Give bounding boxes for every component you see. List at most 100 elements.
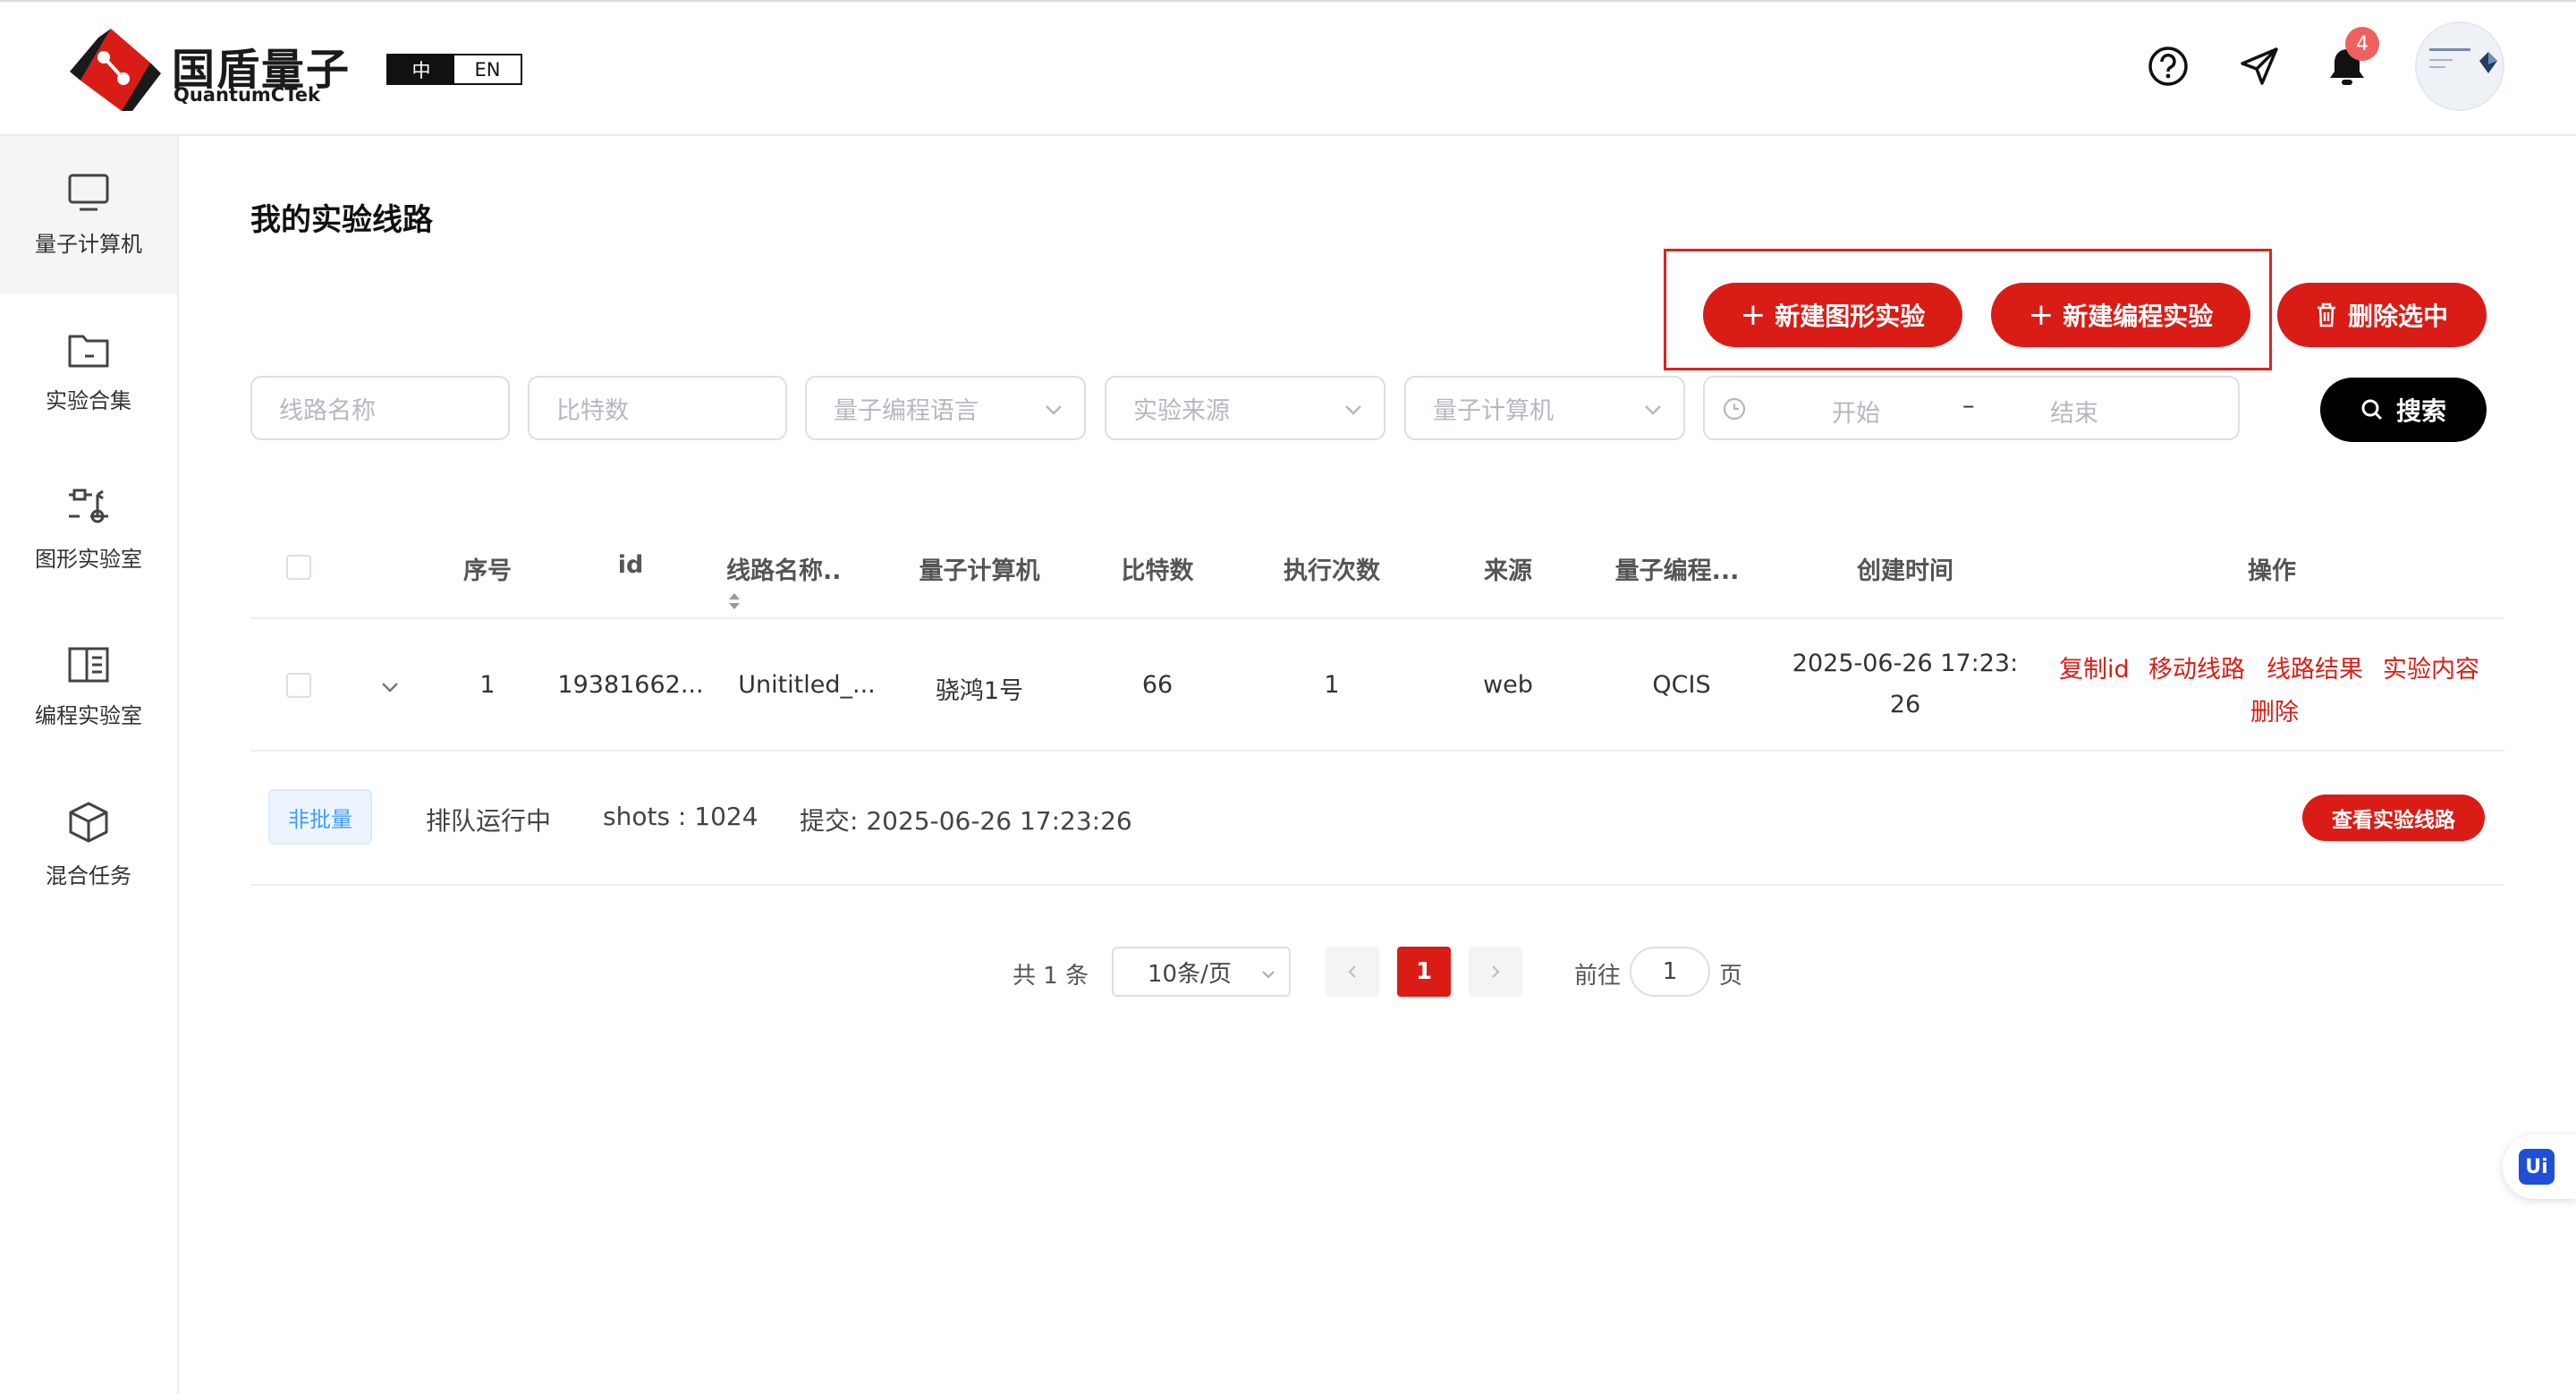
code-panel-icon xyxy=(68,647,109,682)
cell-computer: 骁鸿1号 xyxy=(935,677,1024,705)
table-divider xyxy=(250,617,2504,619)
button-label: 新建编程实验 xyxy=(2063,302,2214,331)
plus-icon: + xyxy=(2028,297,2055,333)
column-header-label: 线路名称.. xyxy=(726,557,842,585)
select-placeholder: 量子计算机 xyxy=(1433,396,1554,425)
goto-page-input[interactable]: 1 xyxy=(1630,947,1710,997)
sidebar: 量子计算机 实验合集 图形实验室 编程实验室 混合任务 xyxy=(0,136,179,1394)
bits-input[interactable]: 比特数 xyxy=(528,376,787,440)
language-select[interactable]: 量子编程语言 xyxy=(805,376,1086,440)
cube-icon xyxy=(69,802,108,842)
sort-icon[interactable] xyxy=(726,590,742,613)
run-status-text: 排队运行中 xyxy=(426,806,552,836)
page-size-select[interactable]: 10条/页 xyxy=(1112,947,1291,997)
move-circuit-link[interactable]: 移动线路 xyxy=(2148,650,2245,684)
select-all-checkbox[interactable] xyxy=(286,555,311,580)
table-divider xyxy=(250,750,2504,752)
prev-page-button[interactable] xyxy=(1326,947,1379,997)
column-header-source: 来源 xyxy=(1484,557,1532,585)
batch-type-tag: 非批量 xyxy=(268,789,372,845)
page-title: 我的实验线路 xyxy=(250,202,433,238)
chevron-down-icon xyxy=(1046,405,1062,415)
column-header-created-time: 创建时间 xyxy=(1857,557,1953,585)
button-label: 新建图形实验 xyxy=(1775,302,1926,331)
ui-badge-icon: Ui xyxy=(2519,1149,2555,1185)
goto-label: 前往 xyxy=(1574,963,1622,990)
end-date-placeholder[interactable]: 结束 xyxy=(2050,394,2098,429)
copy-id-link[interactable]: 复制id xyxy=(2059,650,2130,684)
language-switch[interactable]: 中 EN xyxy=(386,54,522,85)
column-header-index: 序号 xyxy=(463,557,512,585)
column-header-runs: 执行次数 xyxy=(1284,557,1380,585)
lang-en-option[interactable]: EN xyxy=(454,55,521,83)
cell-created-time-line2: 26 xyxy=(1889,691,1921,718)
column-header-computer: 量子计算机 xyxy=(919,557,1040,585)
trash-icon xyxy=(2317,302,2335,327)
folder-icon xyxy=(68,335,109,367)
top-header: 国盾量子 QuantumCTek 中 EN 4 xyxy=(0,0,2576,136)
column-header-id: id xyxy=(617,551,644,579)
cell-bits: 66 xyxy=(1141,671,1174,699)
page-number-button[interactable]: 1 xyxy=(1397,947,1451,997)
cell-name: Unititled_... xyxy=(738,671,876,699)
cell-created-time-line1: 2025-06-26 17:23: xyxy=(1792,650,2019,677)
column-header-name[interactable]: 线路名称.. xyxy=(726,551,860,614)
chevron-right-icon xyxy=(1492,965,1500,978)
sidebar-item-label: 编程实验室 xyxy=(35,702,142,728)
row-checkbox[interactable] xyxy=(286,673,311,698)
circuit-result-link[interactable]: 线路结果 xyxy=(2267,650,2363,684)
cell-runs: 1 xyxy=(1324,671,1340,699)
date-range-picker[interactable]: 开始 – 结束 xyxy=(1703,376,2240,440)
delete-link[interactable]: 删除 xyxy=(2250,693,2299,727)
sidebar-item-programming-lab[interactable]: 编程实验室 xyxy=(0,608,177,766)
computer-select[interactable]: 量子计算机 xyxy=(1404,376,1685,440)
chevron-down-icon xyxy=(1345,405,1361,415)
user-avatar[interactable] xyxy=(2415,21,2504,111)
quantumctek-logo[interactable] xyxy=(68,27,163,113)
search-icon xyxy=(2361,399,2383,421)
experiment-content-link[interactable]: 实验内容 xyxy=(2383,650,2479,684)
cell-language: QCIS xyxy=(1652,671,1711,699)
page-unit-label: 页 xyxy=(1719,963,1743,990)
chevron-left-icon xyxy=(1348,965,1356,978)
new-graphic-experiment-button[interactable]: + 新建图形实验 xyxy=(1703,283,1962,347)
sidebar-item-graphic-lab[interactable]: 图形实验室 xyxy=(0,451,177,608)
start-date-placeholder[interactable]: 开始 xyxy=(1832,394,1880,429)
column-header-language: 量子编程... xyxy=(1614,557,1740,585)
monitor-icon xyxy=(68,174,109,210)
cell-index: 1 xyxy=(479,671,496,699)
chevron-down-icon xyxy=(1645,405,1661,415)
sidebar-item-label: 实验合集 xyxy=(46,387,131,413)
button-label: 删除选中 xyxy=(2347,302,2448,331)
button-label: 搜索 xyxy=(2395,396,2446,426)
sidebar-item-experiment-collection[interactable]: 实验合集 xyxy=(0,293,177,451)
new-program-experiment-button[interactable]: + 新建编程实验 xyxy=(1991,283,2250,347)
delete-selected-button[interactable]: 删除选中 xyxy=(2277,283,2487,347)
sidebar-item-label: 量子计算机 xyxy=(35,231,142,257)
date-separator: – xyxy=(1962,392,1975,420)
circuit-name-input[interactable]: 线路名称 xyxy=(250,376,510,440)
chevron-down-icon xyxy=(1262,971,1275,979)
sidebar-item-label: 混合任务 xyxy=(46,863,131,888)
search-button[interactable]: 搜索 xyxy=(2320,378,2487,442)
clock-icon xyxy=(1723,397,1746,421)
next-page-button[interactable] xyxy=(1469,947,1522,997)
cell-id: 19381662... xyxy=(557,671,704,699)
floating-ui-assistant-button[interactable]: Ui xyxy=(2503,1135,2576,1199)
source-select[interactable]: 实验来源 xyxy=(1105,376,1385,440)
column-header-bits: 比特数 xyxy=(1121,557,1194,585)
brand-name-en: QuantumCTek xyxy=(174,84,320,106)
lang-zh-option[interactable]: 中 xyxy=(388,55,454,83)
view-circuit-button[interactable]: 查看实验线路 xyxy=(2302,795,2485,841)
expand-chevron-icon[interactable] xyxy=(379,676,401,698)
select-placeholder: 实验来源 xyxy=(1133,396,1230,425)
column-header-actions: 操作 xyxy=(2248,557,2296,585)
sidebar-item-hybrid-tasks[interactable]: 混合任务 xyxy=(0,766,177,923)
page-size-value: 10条/页 xyxy=(1148,960,1232,988)
help-icon[interactable] xyxy=(2145,43,2191,89)
send-icon[interactable] xyxy=(2236,43,2283,89)
submitted-time-text: 提交: 2025-06-26 17:23:26 xyxy=(800,806,1132,836)
sidebar-item-quantum-computer[interactable]: 量子计算机 xyxy=(0,136,177,293)
notification-count-badge: 4 xyxy=(2345,27,2379,61)
sidebar-item-label: 图形实验室 xyxy=(35,546,142,572)
